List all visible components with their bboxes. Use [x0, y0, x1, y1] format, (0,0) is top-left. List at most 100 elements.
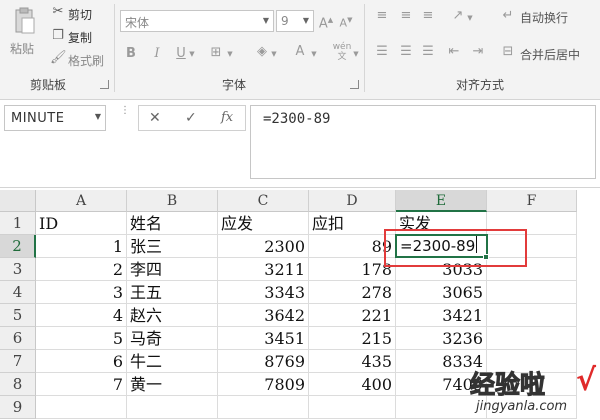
cell-f5[interactable]: [487, 304, 577, 327]
column-header-f[interactable]: F: [487, 190, 577, 212]
cut-button[interactable]: 剪切: [68, 6, 92, 23]
cell-a6[interactable]: 5: [36, 327, 127, 350]
cell-c5[interactable]: 3642: [218, 304, 309, 327]
font-name-select[interactable]: 宋体 ▼: [120, 10, 274, 32]
cell-d1[interactable]: 应扣: [309, 212, 396, 235]
drag-handle-icon[interactable]: ⋮: [120, 106, 130, 116]
increase-font-icon[interactable]: A▲: [318, 12, 334, 32]
formula-input[interactable]: =2300-89: [250, 105, 596, 179]
cell-b4[interactable]: 王五: [127, 281, 218, 304]
cell-c4[interactable]: 3343: [218, 281, 309, 304]
cell-b1[interactable]: 姓名: [127, 212, 218, 235]
font-color-icon[interactable]: A: [292, 44, 308, 60]
cell-c8[interactable]: 7809: [218, 373, 309, 396]
cell-a8[interactable]: 7: [36, 373, 127, 396]
cell-b2[interactable]: 张三: [127, 235, 218, 258]
cell-a5[interactable]: 4: [36, 304, 127, 327]
row-header-8[interactable]: 8: [0, 373, 36, 396]
column-header-c[interactable]: C: [218, 190, 309, 212]
bold-button[interactable]: B: [124, 46, 138, 62]
align-right-icon[interactable]: ☰: [420, 44, 436, 60]
cell-a9[interactable]: [36, 396, 127, 419]
merge-center-button[interactable]: 合并后居中: [520, 46, 580, 63]
font-dialog-launcher[interactable]: [350, 80, 359, 89]
cell-b7[interactable]: 牛二: [127, 350, 218, 373]
cell-d8[interactable]: 400: [309, 373, 396, 396]
cell-a4[interactable]: 3: [36, 281, 127, 304]
format-painter-icon[interactable]: 🖌: [50, 50, 67, 66]
cell-d5[interactable]: 221: [309, 304, 396, 327]
paste-icon[interactable]: [10, 6, 38, 36]
cell-b5[interactable]: 赵六: [127, 304, 218, 327]
orientation-icon[interactable]: ↗: [450, 8, 466, 24]
fill-color-icon[interactable]: ◈: [254, 44, 270, 60]
align-bottom-icon[interactable]: ≡: [420, 8, 436, 24]
cancel-icon[interactable]: ✕: [149, 110, 161, 126]
chevron-down-icon[interactable]: ▼: [95, 112, 101, 121]
cell-c9[interactable]: [218, 396, 309, 419]
column-header-a[interactable]: A: [36, 190, 127, 212]
increase-indent-icon[interactable]: ⇥: [470, 44, 486, 60]
copy-icon[interactable]: ❐: [50, 28, 66, 44]
wrap-text-icon[interactable]: ↵: [500, 8, 516, 24]
merge-center-icon[interactable]: ⊟: [500, 44, 516, 60]
row-header-3[interactable]: 3: [0, 258, 36, 281]
row-header-4[interactable]: 4: [0, 281, 36, 304]
cell-f4[interactable]: [487, 281, 577, 304]
cell-e5[interactable]: 3421: [396, 304, 487, 327]
cell-e6[interactable]: 3236: [396, 327, 487, 350]
insert-function-icon[interactable]: fx: [221, 110, 233, 125]
cell-d3[interactable]: 178: [309, 258, 396, 281]
column-header-d[interactable]: D: [309, 190, 396, 212]
align-left-icon[interactable]: ☰: [374, 44, 390, 60]
decrease-font-icon[interactable]: A▼: [338, 12, 354, 32]
align-top-icon[interactable]: ≡: [374, 8, 390, 24]
select-all-button[interactable]: [0, 190, 36, 212]
decrease-indent-icon[interactable]: ⇤: [446, 44, 462, 60]
cell-c3[interactable]: 3211: [218, 258, 309, 281]
cell-d7[interactable]: 435: [309, 350, 396, 373]
name-box[interactable]: MINUTE ▼: [4, 105, 106, 131]
cell-c2[interactable]: 2300: [218, 235, 309, 258]
chevron-down-icon[interactable]: ▼: [226, 46, 234, 62]
align-middle-icon[interactable]: ≡: [398, 8, 414, 24]
cell-d6[interactable]: 215: [309, 327, 396, 350]
chevron-down-icon[interactable]: ▼: [352, 46, 360, 62]
cell-a7[interactable]: 6: [36, 350, 127, 373]
cell-d2[interactable]: 89: [309, 235, 396, 258]
column-header-e[interactable]: E: [396, 190, 487, 212]
cell-b3[interactable]: 李四: [127, 258, 218, 281]
scissors-icon[interactable]: ✂: [50, 4, 66, 20]
enter-icon[interactable]: ✓: [185, 110, 197, 126]
cell-a2[interactable]: 1: [36, 235, 127, 258]
cell-d9[interactable]: [309, 396, 396, 419]
row-header-6[interactable]: 6: [0, 327, 36, 350]
cell-b8[interactable]: 黄一: [127, 373, 218, 396]
cell-f6[interactable]: [487, 327, 577, 350]
phonetic-icon[interactable]: wén 文: [332, 42, 352, 62]
cell-b9[interactable]: [127, 396, 218, 419]
row-header-2[interactable]: 2: [0, 235, 36, 258]
cell-a1[interactable]: ID: [36, 212, 127, 235]
copy-button[interactable]: 复制: [68, 29, 92, 46]
chevron-down-icon[interactable]: ▼: [188, 46, 196, 62]
chevron-down-icon[interactable]: ▼: [310, 46, 318, 62]
font-size-select[interactable]: 9 ▼: [276, 10, 314, 32]
column-header-b[interactable]: B: [127, 190, 218, 212]
cell-c6[interactable]: 3451: [218, 327, 309, 350]
align-center-icon[interactable]: ☰: [398, 44, 414, 60]
borders-icon[interactable]: ⊞: [208, 45, 224, 61]
cell-e4[interactable]: 3065: [396, 281, 487, 304]
row-header-5[interactable]: 5: [0, 304, 36, 327]
underline-button[interactable]: U: [174, 46, 188, 62]
cell-d4[interactable]: 278: [309, 281, 396, 304]
row-header-1[interactable]: 1: [0, 212, 36, 235]
format-painter-button[interactable]: 格式刷: [68, 52, 104, 69]
clipboard-dialog-launcher[interactable]: [100, 80, 109, 89]
chevron-down-icon[interactable]: ▼: [466, 10, 474, 26]
chevron-down-icon[interactable]: ▼: [270, 46, 278, 62]
italic-button[interactable]: I: [150, 46, 164, 62]
paste-button[interactable]: 粘贴: [10, 40, 34, 57]
row-header-7[interactable]: 7: [0, 350, 36, 373]
cell-c7[interactable]: 8769: [218, 350, 309, 373]
